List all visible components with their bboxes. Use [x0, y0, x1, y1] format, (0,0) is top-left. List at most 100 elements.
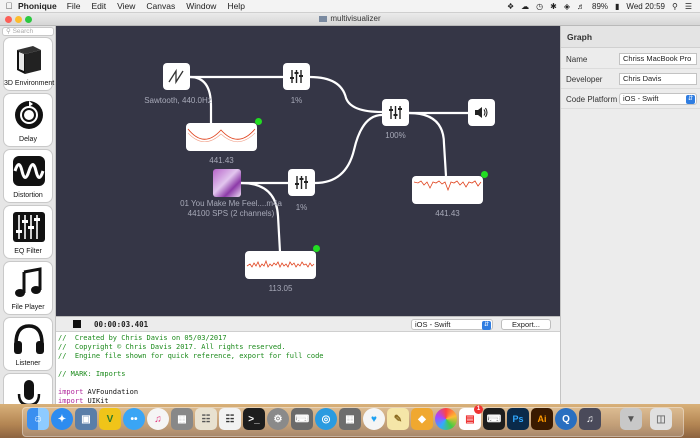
photoshop-icon[interactable]: Ps	[507, 408, 529, 430]
notes-icon[interactable]: ✎	[387, 408, 409, 430]
wire-mixer1-to-mixer-main	[309, 75, 383, 114]
menu-view[interactable]: View	[117, 1, 135, 11]
inspector-row-name: Name Chriss MacBook Pro	[561, 49, 700, 69]
code-view[interactable]: // Created by Chris Davis on 05/03/2017 …	[56, 332, 560, 405]
code-platform-select[interactable]: iOS - Swift ⇵	[411, 319, 493, 330]
platform-label: Code Platform	[566, 95, 618, 104]
name-field[interactable]: Chriss MacBook Pro	[619, 53, 697, 65]
file-caption-line2: 44100 SPS (2 channels)	[187, 209, 275, 218]
palette-tool-listener[interactable]: Listener	[3, 317, 53, 371]
multivisualizer-icon[interactable]: ♫	[579, 408, 601, 430]
terminal-icon[interactable]: >_	[243, 408, 265, 430]
app-grid-icon[interactable]: ▦	[339, 408, 361, 430]
inspector-header: Graph	[561, 26, 700, 48]
wifi-icon[interactable]: ◈	[564, 2, 570, 11]
scope-waveform-1	[187, 128, 256, 143]
sawtooth-oscillator-node[interactable]	[163, 63, 190, 90]
settings-icon[interactable]: ⚙	[267, 408, 289, 430]
menu-canvas[interactable]: Canvas	[146, 1, 175, 11]
tool-label: Listener	[15, 360, 41, 367]
battery-percent[interactable]: 89%	[592, 2, 608, 11]
downloads-icon[interactable]: ▼	[620, 408, 642, 430]
node-palette: ⚲ Search 3D Environment Delay Distortion…	[0, 26, 56, 404]
network-icon[interactable]: ◎	[315, 408, 337, 430]
scope-display-1[interactable]	[186, 123, 257, 151]
mixer-node-2[interactable]	[288, 169, 315, 196]
keyboard-2-icon[interactable]: ⌨	[483, 408, 505, 430]
developer-field[interactable]: Chris Davis	[619, 73, 697, 85]
volume-icon[interactable]: ♬	[577, 2, 585, 11]
menu-help[interactable]: Help	[227, 1, 244, 11]
file-player-album-art[interactable]	[213, 169, 241, 197]
waveform-icon	[13, 156, 45, 186]
clock[interactable]: Wed 20:59	[626, 2, 665, 11]
palette-tool-3d-environment[interactable]: 3D Environment	[3, 37, 54, 91]
code-toolbar: 00:00:03.401 iOS - Swift ⇵ Export...	[56, 316, 560, 332]
photos-stack-icon[interactable]: ▦	[171, 408, 193, 430]
battery-icon[interactable]: ▮	[615, 2, 619, 11]
calendar-icon[interactable]: ▤ 1	[459, 405, 483, 430]
scope-waveform-3	[246, 259, 315, 268]
books-icon[interactable]: ☷	[195, 408, 217, 430]
calendar-badge: 1	[474, 405, 483, 414]
stop-button[interactable]	[73, 320, 81, 328]
mixer-node-1[interactable]	[283, 63, 310, 90]
scope-display-3[interactable]	[245, 251, 316, 279]
palette-tool-file-player[interactable]: File Player	[3, 261, 53, 315]
cloud-icon[interactable]: ☁	[521, 2, 529, 11]
dropbox-icon[interactable]: ❖	[507, 2, 514, 11]
inspector-row-developer: Developer Chris Davis	[561, 69, 700, 89]
spotlight-icon[interactable]: ⚲	[672, 2, 678, 11]
keyboard-icon[interactable]: ⌨	[291, 408, 313, 430]
notification-center-icon[interactable]: ☰	[685, 2, 692, 11]
palette-tool-microphone[interactable]	[3, 373, 53, 404]
vine-icon[interactable]: V	[99, 408, 121, 430]
chevron-updown-icon: ⇵	[686, 95, 695, 104]
platform-select[interactable]: iOS - Swift ⇵	[619, 93, 697, 105]
photos-icon[interactable]	[435, 408, 457, 430]
time-machine-icon[interactable]: ◷	[536, 2, 543, 11]
audio-output-node[interactable]	[468, 99, 495, 126]
palette-tool-eq-filter[interactable]: EQ Filter	[3, 205, 53, 259]
menu-edit[interactable]: Edit	[91, 1, 106, 11]
palette-tool-delay[interactable]: Delay	[3, 93, 53, 147]
palette-tool-distortion[interactable]: Distortion	[3, 149, 53, 203]
tool-label: File Player	[11, 304, 45, 311]
sketch-icon[interactable]: ◆	[411, 408, 433, 430]
illustrator-icon[interactable]: Ai	[531, 408, 553, 430]
wire-mixer2-to-mixer-main	[314, 113, 383, 185]
sawtooth-icon	[168, 68, 184, 85]
export-button[interactable]: Export...	[501, 319, 551, 330]
scope-display-2[interactable]	[412, 176, 483, 204]
code-text: AVFoundation	[83, 388, 139, 396]
preview-icon[interactable]: ▣	[75, 408, 97, 430]
eq-sliders-icon	[13, 212, 45, 242]
safari-icon[interactable]: ✦	[51, 408, 73, 430]
dock: ☺ ✦ ▣ V •• ♫ ▦ ☷ ☷ >_ ⚙ ⌨ ◎ ▦ ♥ ✎ ◆ ▤ 1 ⌨…	[0, 404, 700, 438]
file-caption-line1: 01 You Make Me Feel....m4a	[180, 199, 282, 208]
main-mixer-caption: 100%	[385, 131, 406, 140]
palette-search-input[interactable]: ⚲ Search	[2, 27, 54, 36]
code-line: // Engine file shown for quick reference…	[58, 352, 324, 360]
mixer2-caption: 1%	[295, 203, 308, 212]
finder-icon[interactable]: ☺	[27, 408, 49, 430]
menu-file[interactable]: File	[67, 1, 81, 11]
twitter-icon[interactable]: ♥	[363, 408, 385, 430]
messages-icon[interactable]: ••	[123, 408, 145, 430]
graph-canvas[interactable]: Sawtooth, 440.0Hz 1% 441.43 100% 441.43 …	[56, 26, 560, 316]
quicktime-icon[interactable]: Q	[555, 408, 577, 430]
itunes-icon[interactable]: ♫	[147, 408, 169, 430]
main-mixer-node[interactable]	[382, 99, 409, 126]
timecode: 00:00:03.401	[94, 320, 149, 329]
books-2-icon[interactable]: ☷	[219, 408, 241, 430]
menu-app-name[interactable]: Phonique	[18, 1, 57, 11]
menu-window[interactable]: Window	[186, 1, 216, 11]
bluetooth-icon[interactable]: ✱	[550, 2, 557, 11]
mixer-icon	[295, 176, 308, 189]
code-platform-value: iOS - Swift	[415, 320, 451, 329]
speaker-icon	[475, 107, 488, 118]
apple-menu-icon[interactable]: 	[0, 1, 18, 11]
trash-icon[interactable]: ◫	[650, 408, 672, 430]
